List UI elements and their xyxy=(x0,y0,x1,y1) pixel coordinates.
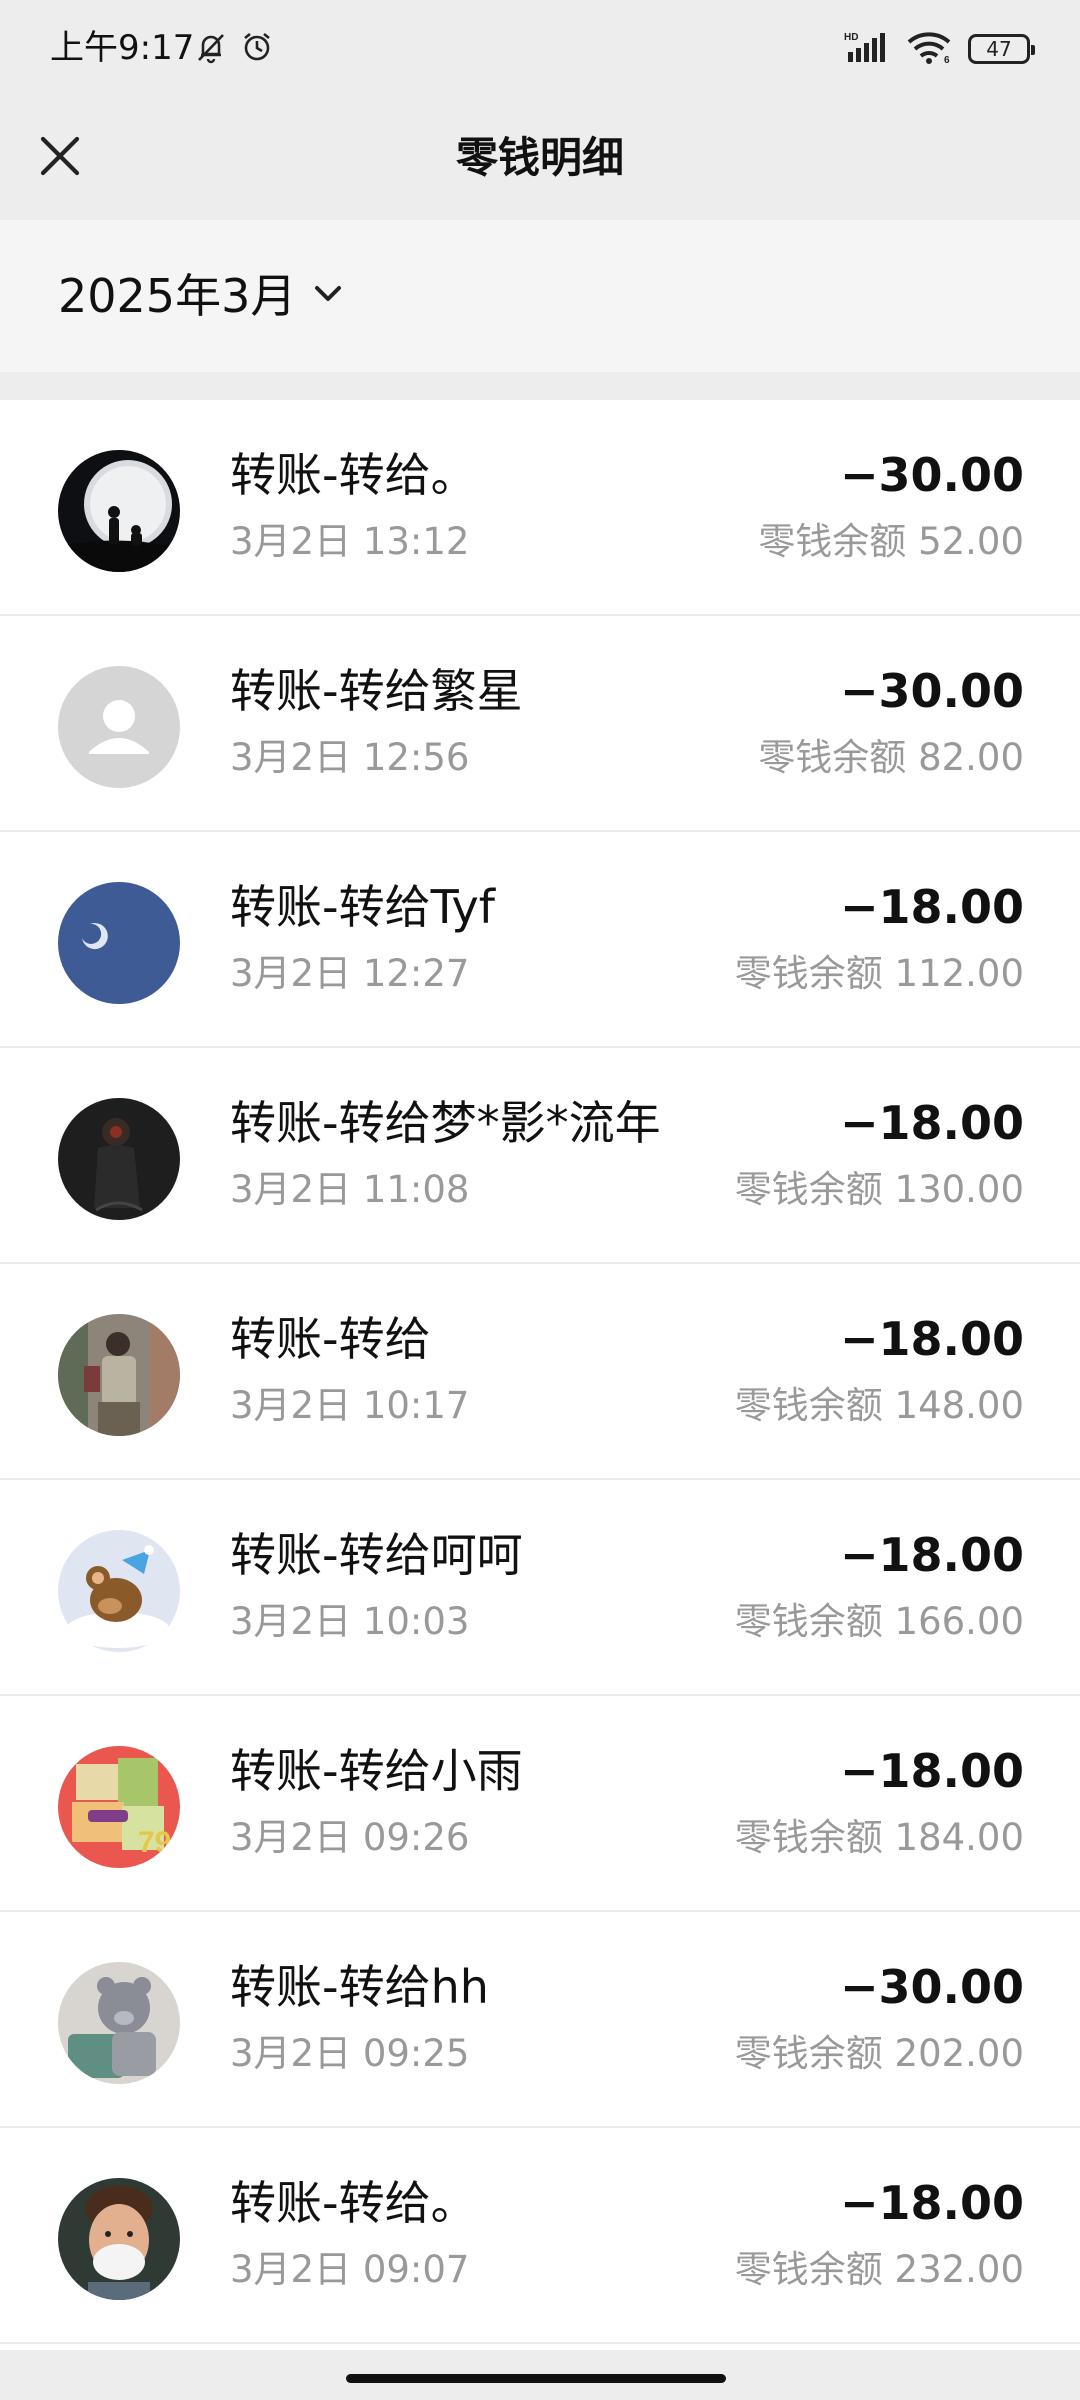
signal-icon: HD xyxy=(844,30,892,68)
transaction-title: 转账-转给小雨 xyxy=(230,1744,523,1798)
transaction-list: 转账-转给。 3月2日 13:12 −30.00 零钱余额 52.00 转账-转… xyxy=(0,400,1080,2350)
month-filter-bar: 2025年3月 xyxy=(0,220,1080,372)
transaction-amount: −18.00 xyxy=(839,880,1024,934)
mute-bell-icon xyxy=(194,30,228,68)
transaction-time: 3月2日 09:07 xyxy=(230,2248,470,2291)
avatar xyxy=(58,450,180,572)
avatar xyxy=(58,666,180,788)
transaction-amount: −18.00 xyxy=(839,1528,1024,1582)
chevron-down-icon xyxy=(312,278,344,314)
transaction-row[interactable]: 转账-转给呵呵 3月2日 10:03 −18.00 零钱余额 166.00 xyxy=(0,1480,1080,1696)
transaction-balance: 零钱余额 130.00 xyxy=(734,1168,1024,1211)
transaction-time: 3月2日 09:25 xyxy=(230,2032,470,2075)
transaction-balance: 零钱余额 148.00 xyxy=(734,1384,1024,1427)
status-icons-left xyxy=(194,30,274,68)
status-icons-right: HD 6 47 xyxy=(844,30,1035,68)
transaction-title: 转账-转给Tyf xyxy=(230,880,495,934)
transaction-time: 3月2日 10:03 xyxy=(230,1600,470,1643)
transaction-amount: −30.00 xyxy=(839,448,1024,502)
transaction-amount: −30.00 xyxy=(839,664,1024,718)
avatar: 79 xyxy=(58,1746,180,1868)
status-time: 上午9:17 xyxy=(50,28,195,68)
month-selector[interactable]: 2025年3月 xyxy=(58,266,344,326)
transaction-amount: −18.00 xyxy=(839,2176,1024,2230)
transaction-time: 3月2日 13:12 xyxy=(230,520,470,563)
wifi-badge: 6 xyxy=(944,55,950,64)
avatar xyxy=(58,882,180,1004)
transaction-row[interactable]: 转账-转给梦*影*流年 3月2日 11:08 −18.00 零钱余额 130.0… xyxy=(0,1048,1080,1264)
transaction-title: 转账-转给 xyxy=(230,1312,431,1366)
battery-level: 47 xyxy=(986,37,1012,61)
transaction-balance: 零钱余额 52.00 xyxy=(758,520,1024,563)
avatar xyxy=(58,1962,180,2084)
wifi-icon: 6 xyxy=(906,30,954,68)
transaction-balance: 零钱余额 202.00 xyxy=(734,2032,1024,2075)
transaction-row[interactable]: 转账-转给hh 3月2日 09:25 −30.00 零钱余额 202.00 xyxy=(0,1912,1080,2128)
transaction-time: 3月2日 12:27 xyxy=(230,952,470,995)
transaction-balance: 零钱余额 166.00 xyxy=(734,1600,1024,1643)
avatar xyxy=(58,1530,180,1652)
transaction-title: 转账-转给呵呵 xyxy=(230,1528,523,1582)
transaction-time: 3月2日 12:56 xyxy=(230,736,470,779)
transaction-balance: 零钱余额 232.00 xyxy=(734,2248,1024,2291)
transaction-balance: 零钱余额 112.00 xyxy=(734,952,1024,995)
transaction-amount: −18.00 xyxy=(839,1312,1024,1366)
transaction-row[interactable]: 转账-转给Tyf 3月2日 12:27 −18.00 零钱余额 112.00 xyxy=(0,832,1080,1048)
transaction-balance: 零钱余额 82.00 xyxy=(758,736,1024,779)
month-label: 2025年3月 xyxy=(58,269,297,323)
avatar xyxy=(58,1314,180,1436)
status-bar: 上午9:17 HD 6 47 xyxy=(0,0,1080,96)
header: 零钱明细 xyxy=(0,96,1080,220)
page-title: 零钱明细 xyxy=(455,133,624,182)
avatar xyxy=(58,2178,180,2300)
transaction-title: 转账-转给繁星 xyxy=(230,664,523,718)
transaction-row[interactable]: 79 转账-转给小雨 3月2日 09:26 −18.00 零钱余额 184.00 xyxy=(0,1696,1080,1912)
transaction-row[interactable]: 转账-转给繁星 3月2日 12:56 −30.00 零钱余额 82.00 xyxy=(0,616,1080,832)
gesture-nav-bar[interactable] xyxy=(346,2374,726,2383)
transaction-amount: −18.00 xyxy=(839,1744,1024,1798)
avatar xyxy=(58,1098,180,1220)
transaction-time: 3月2日 10:17 xyxy=(230,1384,470,1427)
transaction-row[interactable]: 转账-转给。 3月2日 09:07 −18.00 零钱余额 232.00 xyxy=(0,2128,1080,2344)
network-badge: HD xyxy=(844,32,858,43)
transaction-row[interactable]: 转账-转给。 3月2日 13:12 −30.00 零钱余额 52.00 xyxy=(0,400,1080,616)
transaction-time: 3月2日 11:08 xyxy=(230,1168,470,1211)
svg-text:79: 79 xyxy=(138,1826,171,1859)
transaction-row[interactable]: 转账-转给 3月2日 10:17 −18.00 零钱余额 148.00 xyxy=(0,1264,1080,1480)
transaction-title: 转账-转给hh xyxy=(230,1960,489,2014)
transaction-time: 3月2日 09:26 xyxy=(230,1816,470,1859)
battery-icon: 47 xyxy=(968,34,1035,64)
transaction-amount: −30.00 xyxy=(839,1960,1024,2014)
transaction-balance: 零钱余额 184.00 xyxy=(734,1816,1024,1859)
transaction-title: 转账-转给梦*影*流年 xyxy=(230,1096,661,1150)
alarm-clock-icon xyxy=(240,30,274,68)
transaction-title: 转账-转给。 xyxy=(230,448,477,502)
transaction-title: 转账-转给。 xyxy=(230,2176,477,2230)
transaction-amount: −18.00 xyxy=(839,1096,1024,1150)
